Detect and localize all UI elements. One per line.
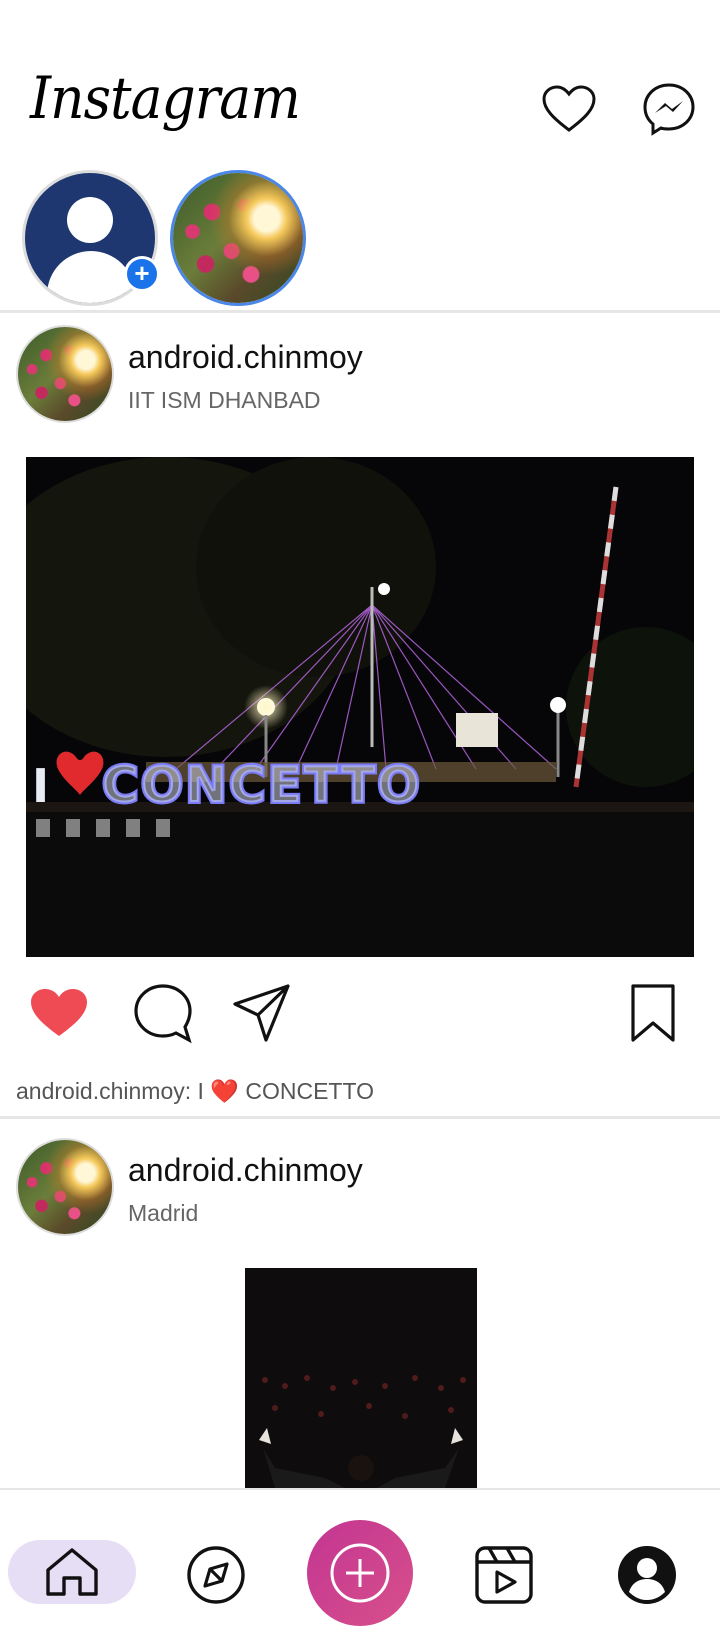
profile-icon xyxy=(618,1546,676,1604)
add-story-badge[interactable]: + xyxy=(124,256,160,292)
post-actions xyxy=(0,980,720,1050)
post-location[interactable]: Madrid xyxy=(128,1200,198,1227)
nav-profile-button[interactable] xyxy=(607,1540,687,1610)
default-avatar-body xyxy=(47,251,135,303)
post-username[interactable]: android.chinmoy xyxy=(128,339,363,376)
post-header: android.chinmoy Madrid xyxy=(0,1138,720,1238)
post-image[interactable]: I CONCETTO CONCETTO xyxy=(26,457,694,957)
post-divider xyxy=(0,1116,720,1119)
nav-reels-button[interactable] xyxy=(464,1540,544,1610)
caption-prefix: I xyxy=(197,1078,204,1104)
post-username[interactable]: android.chinmoy xyxy=(128,1152,363,1189)
svg-text:CONCETTO: CONCETTO xyxy=(102,756,422,814)
post-header: android.chinmoy IIT ISM DHANBAD xyxy=(0,325,720,425)
add-circle-icon xyxy=(330,1543,390,1603)
post-avatar[interactable] xyxy=(16,1138,114,1236)
stories-tray: + xyxy=(0,170,720,310)
avatar-image xyxy=(18,327,112,421)
compass-icon xyxy=(187,1546,245,1604)
avatar-image xyxy=(18,1140,112,1234)
stories-divider xyxy=(0,310,720,313)
post-location[interactable]: IIT ISM DHANBAD xyxy=(128,387,321,414)
post-image[interactable] xyxy=(245,1268,477,1488)
nav-explore-button[interactable] xyxy=(176,1540,256,1610)
reels-icon xyxy=(475,1546,533,1604)
caption-text: CONCETTO xyxy=(245,1078,374,1104)
share-send-icon[interactable] xyxy=(228,980,294,1046)
messenger-icon[interactable] xyxy=(640,80,698,138)
story-item[interactable] xyxy=(170,170,306,306)
bookmark-icon[interactable] xyxy=(620,980,686,1046)
bottom-navigation xyxy=(0,1488,720,1650)
caption-username[interactable]: android.chinmoy: xyxy=(16,1078,191,1104)
default-avatar-head xyxy=(67,197,113,243)
instagram-logo: Instagram xyxy=(30,64,301,132)
caption-heart-emoji: ❤️ xyxy=(210,1078,239,1104)
svg-text:I: I xyxy=(32,759,49,813)
post-avatar[interactable] xyxy=(16,325,114,423)
top-app-bar: Instagram xyxy=(0,0,720,170)
story-thumbnail xyxy=(173,173,303,303)
heart-outline-icon[interactable] xyxy=(540,80,598,138)
nav-create-post-button[interactable] xyxy=(307,1520,413,1626)
post-caption: android.chinmoy: I ❤️ CONCETTO xyxy=(16,1078,374,1105)
nav-home-button[interactable] xyxy=(8,1540,136,1604)
comment-icon[interactable] xyxy=(130,980,196,1046)
home-icon xyxy=(46,1548,98,1596)
like-heart-filled-icon[interactable] xyxy=(26,980,92,1046)
